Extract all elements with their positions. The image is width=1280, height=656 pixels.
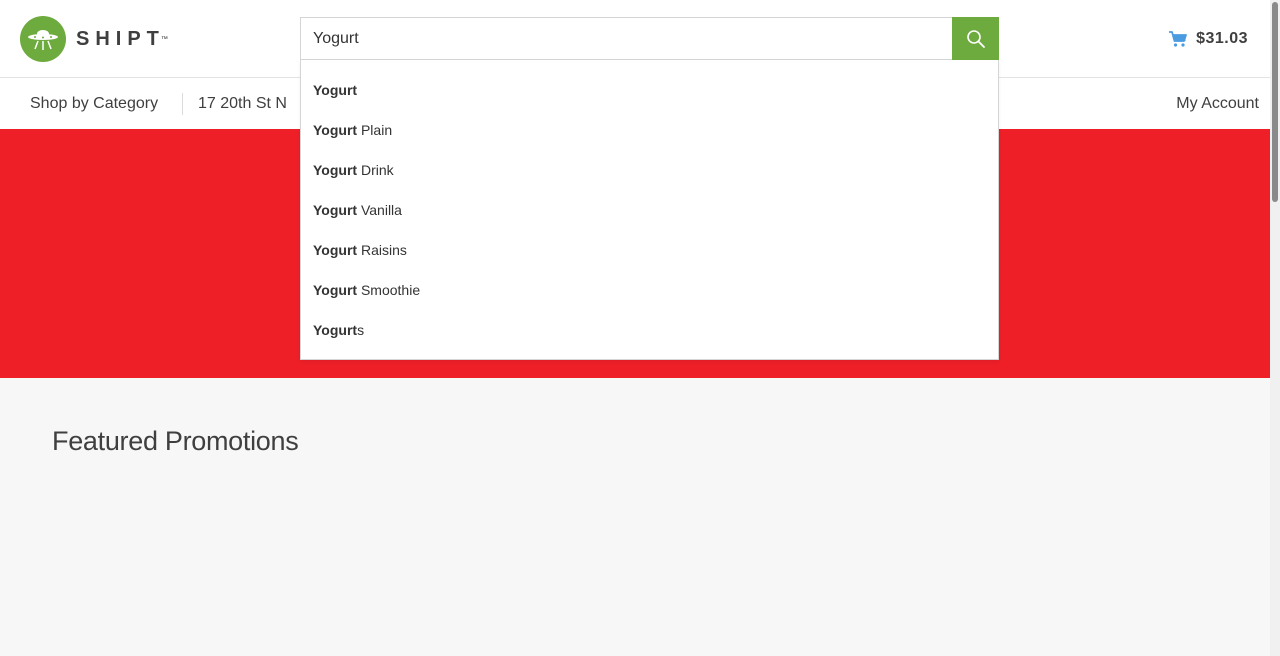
suggestion-item[interactable]: Yogurts bbox=[301, 310, 998, 350]
trademark-mark: ™ bbox=[160, 35, 168, 43]
suggestion-rest: Drink bbox=[357, 162, 394, 178]
suggestion-rest: Plain bbox=[357, 122, 393, 138]
delivery-address-link[interactable]: 17 20th St N bbox=[198, 95, 287, 113]
suggestion-item[interactable]: Yogurt Drink bbox=[301, 150, 998, 190]
search-suggestions-dropdown: Yogurt Yogurt Plain Yogurt Drink Yogurt … bbox=[300, 60, 999, 360]
suggestion-item[interactable]: Yogurt Smoothie bbox=[301, 270, 998, 310]
featured-promotions-title: Featured Promotions bbox=[52, 426, 299, 456]
suggestion-match: Yogurt bbox=[313, 82, 358, 98]
my-account-link[interactable]: My Account bbox=[1176, 95, 1259, 113]
search-input[interactable] bbox=[301, 18, 953, 59]
suggestion-rest: s bbox=[357, 322, 365, 338]
suggestion-rest: Vanilla bbox=[357, 202, 402, 218]
suggestion-item[interactable]: Yogurt Plain bbox=[301, 110, 998, 150]
suggestion-item[interactable]: Yogurt Raisins bbox=[301, 230, 998, 270]
suggestion-rest: Raisins bbox=[357, 242, 407, 258]
search-icon bbox=[966, 29, 985, 48]
suggestion-match: Yogurt bbox=[313, 282, 358, 298]
suggestion-rest: Smoothie bbox=[357, 282, 421, 298]
ufo-icon bbox=[20, 16, 66, 62]
cart-total: $31.03 bbox=[1196, 30, 1248, 47]
suggestion-match: Yogurt bbox=[313, 242, 358, 258]
shipt-logo[interactable]: SHIPT ™ bbox=[20, 16, 168, 62]
suggestion-item[interactable]: Yogurt Vanilla bbox=[301, 190, 998, 230]
suggestion-match: Yogurt bbox=[313, 122, 358, 138]
search-bar bbox=[300, 17, 999, 60]
suggestion-item[interactable]: Yogurt bbox=[301, 70, 998, 110]
suggestion-match: Yogurt bbox=[313, 202, 358, 218]
cart-button[interactable]: $31.03 bbox=[1168, 30, 1248, 48]
scrollbar-thumb[interactable] bbox=[1272, 2, 1278, 202]
nav-divider bbox=[182, 93, 183, 115]
search-button[interactable] bbox=[952, 17, 999, 60]
cart-icon bbox=[1169, 31, 1187, 47]
page-scrollbar[interactable] bbox=[1270, 0, 1280, 656]
suggestion-match: Yogurt bbox=[313, 162, 358, 178]
suggestion-match: Yogurt bbox=[313, 322, 358, 338]
shop-by-category-link[interactable]: Shop by Category bbox=[30, 95, 158, 113]
brand-name: SHIPT bbox=[76, 27, 165, 50]
